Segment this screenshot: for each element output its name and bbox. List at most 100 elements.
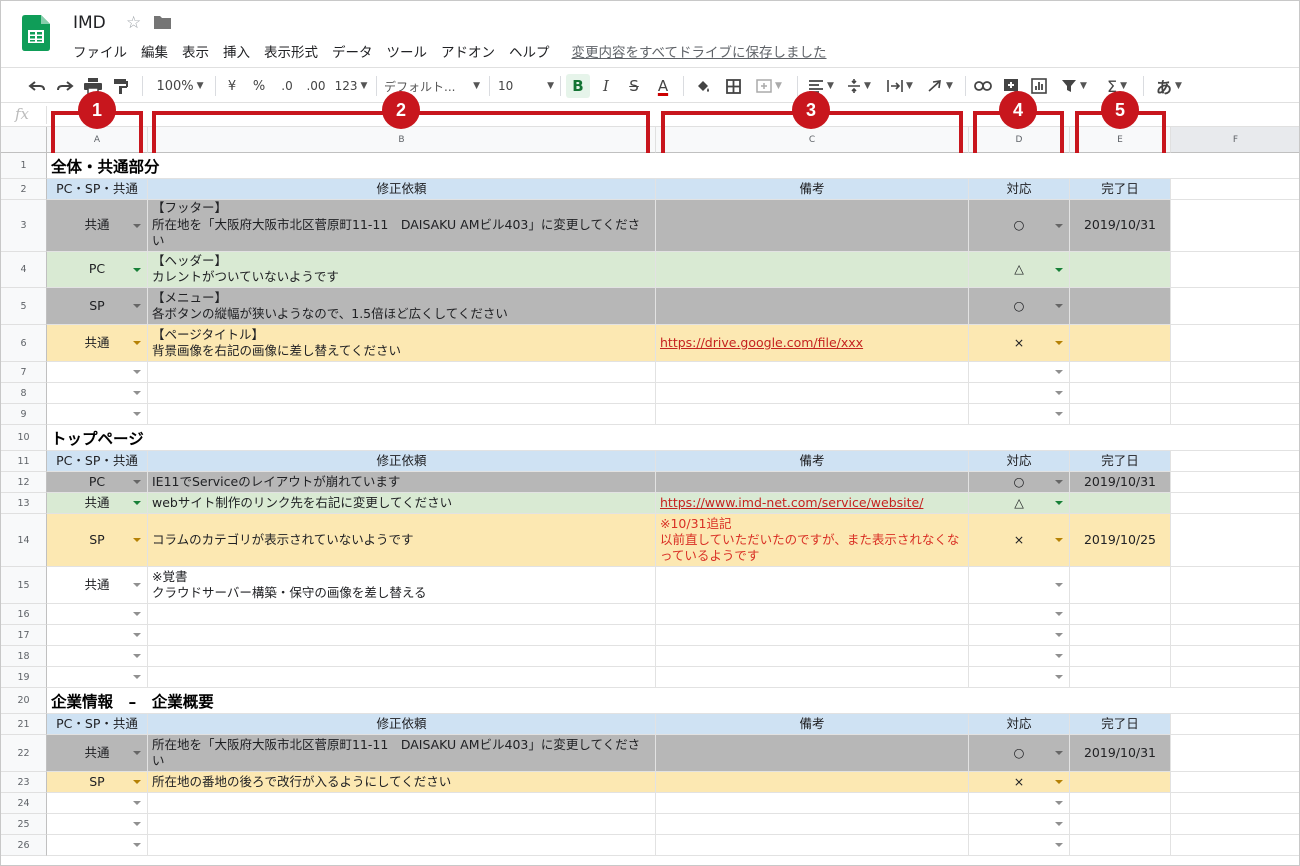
cell-e[interactable] [1070, 288, 1171, 325]
cell-a[interactable]: SP [47, 288, 148, 325]
cell-d[interactable]: ○ [969, 472, 1070, 493]
menu-edit[interactable]: 編集 [141, 41, 168, 61]
text-color-button[interactable]: A [649, 68, 677, 104]
cell-f[interactable] [1171, 472, 1299, 493]
cell-c[interactable]: 備考 [656, 714, 969, 735]
cell-e[interactable] [1070, 153, 1171, 179]
cell-d[interactable]: 対応 [969, 451, 1070, 472]
row-number[interactable]: 8 [1, 383, 47, 404]
cell-f[interactable] [1171, 153, 1299, 179]
dropdown-arrow-icon[interactable] [1055, 538, 1063, 542]
cell-e[interactable] [1070, 567, 1171, 604]
filter-icon[interactable]: ▼ [1055, 68, 1093, 104]
row-number[interactable]: 15 [1, 567, 47, 604]
cell-a[interactable] [47, 814, 148, 835]
cell-d[interactable] [969, 835, 1070, 856]
cell-c[interactable] [656, 472, 969, 493]
cell-f[interactable] [1171, 667, 1299, 688]
menu-file[interactable]: ファイル [73, 41, 127, 61]
cell-a[interactable] [47, 404, 148, 425]
cell-d[interactable]: × [969, 772, 1070, 793]
cell-e[interactable] [1070, 252, 1171, 288]
cell-e[interactable] [1070, 667, 1171, 688]
cell-b[interactable]: 【フッター】 所在地を「大阪府大阪市北区菅原町11-11 DAISAKU AMビ… [148, 200, 656, 252]
cell-f[interactable] [1171, 200, 1299, 252]
row-number[interactable]: 7 [1, 362, 47, 383]
cell-b[interactable]: 所在地を「大阪府大阪市北区菅原町11-11 DAISAKU AMビル403」に変… [148, 735, 656, 772]
column-header-f[interactable]: F [1171, 127, 1299, 153]
row-number[interactable]: 22 [1, 735, 47, 772]
cell-d[interactable] [969, 667, 1070, 688]
borders-icon[interactable] [719, 68, 747, 104]
cell-f[interactable] [1171, 288, 1299, 325]
row-number[interactable]: 23 [1, 772, 47, 793]
cell-a[interactable]: PC [47, 472, 148, 493]
cell-d[interactable] [969, 793, 1070, 814]
cell-c[interactable]: https://drive.google.com/file/xxx [656, 325, 969, 362]
cell-b[interactable] [148, 625, 656, 646]
dropdown-arrow-icon[interactable] [133, 583, 141, 587]
cell-e[interactable] [1070, 646, 1171, 667]
cell-d[interactable] [969, 404, 1070, 425]
dropdown-arrow-icon[interactable] [1055, 267, 1063, 272]
dropdown-arrow-icon[interactable] [133, 801, 141, 805]
row-number[interactable]: 16 [1, 604, 47, 625]
menu-tools[interactable]: ツール [387, 41, 428, 61]
cell-c[interactable]: 備考 [656, 451, 969, 472]
text-wrap-icon[interactable]: ▼ [881, 68, 919, 104]
cell-f[interactable] [1171, 404, 1299, 425]
dropdown-arrow-icon[interactable] [1055, 843, 1063, 847]
cell-c[interactable] [656, 252, 969, 288]
cell-f[interactable] [1171, 362, 1299, 383]
dropdown-arrow-icon[interactable] [133, 675, 141, 679]
cell-f[interactable] [1171, 567, 1299, 604]
cell-c[interactable] [656, 604, 969, 625]
cell-a[interactable]: PC [47, 252, 148, 288]
cell-d[interactable] [969, 688, 1070, 714]
currency-format-button[interactable]: ¥ [221, 68, 243, 104]
cell-d[interactable] [969, 425, 1070, 451]
dropdown-arrow-icon[interactable] [1055, 583, 1063, 587]
cell-b[interactable] [148, 404, 656, 425]
row-number[interactable]: 26 [1, 835, 47, 856]
cell-f[interactable] [1171, 252, 1299, 288]
dropdown-arrow-icon[interactable] [133, 633, 141, 637]
cell-e[interactable] [1070, 362, 1171, 383]
cell-b[interactable]: 修正依頼 [148, 714, 656, 735]
cell-b[interactable] [148, 362, 656, 383]
strikethrough-button[interactable]: S [621, 68, 647, 104]
cell-a[interactable] [47, 835, 148, 856]
cell-f[interactable] [1171, 646, 1299, 667]
cell-b[interactable]: 修正依頼 [148, 179, 656, 200]
cell-c[interactable] [656, 625, 969, 646]
dropdown-arrow-icon[interactable] [1055, 822, 1063, 826]
cell-e[interactable] [1070, 835, 1171, 856]
cell-e[interactable] [1070, 814, 1171, 835]
dropdown-arrow-icon[interactable] [1055, 633, 1063, 637]
vertical-align-icon[interactable]: ▼ [841, 68, 877, 104]
cell-b[interactable]: 所在地の番地の後ろで改行が入るようにしてください [148, 772, 656, 793]
cell-f[interactable] [1171, 714, 1299, 735]
cell-b[interactable] [148, 667, 656, 688]
cell-c[interactable] [656, 667, 969, 688]
cell-c[interactable] [656, 404, 969, 425]
select-all-corner[interactable] [1, 127, 47, 153]
dropdown-arrow-icon[interactable] [133, 304, 141, 308]
cell-a[interactable]: PC・SP・共通 [47, 179, 148, 200]
cell-e[interactable] [1070, 493, 1171, 514]
cell-c[interactable] [656, 425, 969, 451]
more-formats-select[interactable]: 123 ▼ [331, 68, 371, 104]
dropdown-arrow-icon[interactable] [133, 538, 141, 542]
cell-a[interactable] [47, 604, 148, 625]
cell-c[interactable] [656, 288, 969, 325]
cell-a[interactable]: PC・SP・共通 [47, 714, 148, 735]
row-number[interactable]: 9 [1, 404, 47, 425]
dropdown-arrow-icon[interactable] [133, 751, 141, 755]
cell-f[interactable] [1171, 604, 1299, 625]
cell-f[interactable] [1171, 814, 1299, 835]
cell-c[interactable] [656, 735, 969, 772]
row-number[interactable]: 21 [1, 714, 47, 735]
cell-d[interactable]: ○ [969, 200, 1070, 252]
row-number[interactable]: 14 [1, 514, 47, 567]
cell-f[interactable] [1171, 688, 1299, 714]
